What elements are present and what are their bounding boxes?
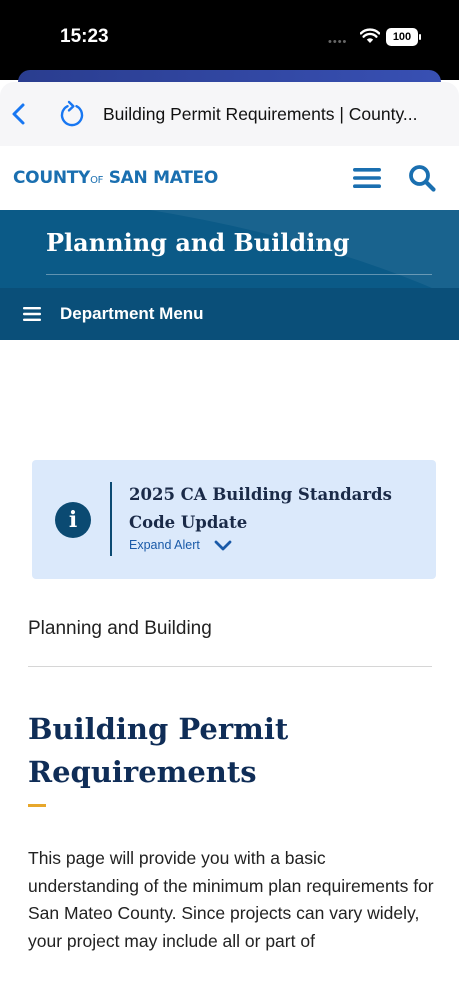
department-banner: Planning and Building Department Menu <box>0 210 459 340</box>
status-time: 15:23 <box>60 26 109 47</box>
breadcrumb-divider <box>28 666 432 667</box>
expand-alert-button[interactable]: Expand Alert <box>129 538 200 552</box>
wifi-icon <box>360 28 380 43</box>
code-update-alert: i 2025 CA Building Standards Code Update… <box>32 460 436 579</box>
alert-title: 2025 CA Building Standards Code Update <box>129 485 392 532</box>
banner-divider <box>46 274 432 275</box>
address-bar-title[interactable]: Building Permit Requirements | County... <box>103 104 443 125</box>
breadcrumb[interactable]: Planning and Building <box>28 618 212 640</box>
department-title[interactable]: Planning and Building <box>46 228 350 257</box>
menu-icon[interactable] <box>353 167 381 189</box>
title-accent-bar <box>28 804 46 807</box>
signal-dots-icon: •••• <box>328 36 348 48</box>
page-title: Building Permit Requirements <box>28 712 289 789</box>
department-menu-label: Department Menu <box>60 304 204 323</box>
logo-san-mateo: SAN MATEO <box>103 168 219 188</box>
logo-county: COUNTY <box>13 168 91 188</box>
intro-paragraph: This page will provide you with a basic … <box>28 848 434 951</box>
search-icon[interactable] <box>407 163 437 193</box>
logo-of: OF <box>90 175 104 186</box>
back-icon[interactable] <box>8 100 30 128</box>
alert-divider <box>110 482 112 556</box>
browser-toolbar: Building Permit Requirements | County... <box>0 82 459 146</box>
battery-icon: 100 <box>386 28 421 46</box>
reload-icon[interactable] <box>58 100 86 128</box>
info-icon: i <box>55 502 91 538</box>
chevron-down-icon[interactable] <box>214 540 232 552</box>
department-menu-button[interactable]: Department Menu <box>0 288 459 340</box>
status-bar: 15:23 •••• 100 <box>0 0 459 80</box>
county-logo[interactable]: COUNTYOF SAN MATEO <box>13 168 218 188</box>
department-menu-icon <box>23 307 41 321</box>
battery-level: 100 <box>392 31 412 43</box>
site-header: COUNTYOF SAN MATEO <box>0 146 459 210</box>
